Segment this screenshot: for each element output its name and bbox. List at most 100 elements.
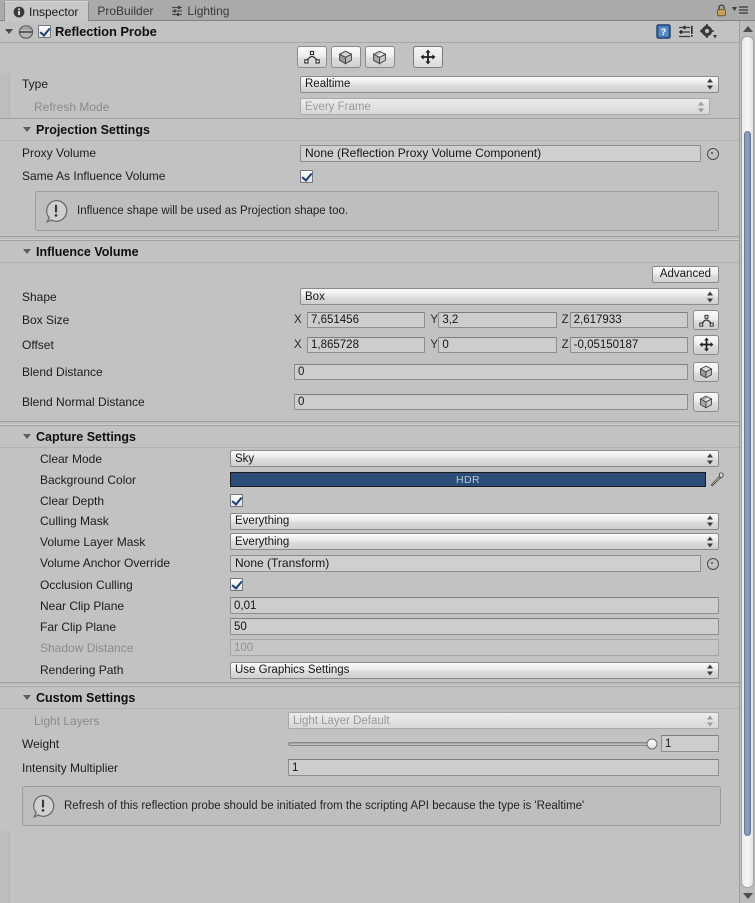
section-foldout-icon[interactable] — [23, 434, 31, 439]
lock-icon[interactable] — [716, 3, 727, 17]
row-rendering-path: Rendering Path Use Graphics Settings — [0, 658, 739, 682]
tab-probuilder[interactable]: ProBuilder — [89, 0, 163, 21]
scroll-down-arrow-icon[interactable] — [740, 888, 755, 903]
gear-icon[interactable] — [700, 24, 717, 39]
tab-bar: Inspector ProBuilder Lighting — [0, 0, 755, 22]
volume-anchor-override-value: None (Transform) — [235, 556, 330, 570]
section-foldout-icon[interactable] — [23, 127, 31, 132]
advanced-button-label: Advanced — [659, 268, 711, 280]
gizmo-edit-blend-box-button[interactable] — [364, 46, 395, 68]
row-type: Type Realtime — [0, 73, 739, 95]
proxy-volume-value: None (Reflection Proxy Volume Component) — [305, 146, 542, 160]
section-header-influence-volume[interactable]: Influence Volume — [0, 241, 739, 263]
vertical-scrollbar[interactable] — [739, 21, 755, 903]
section-title-capture-settings: Capture Settings — [36, 429, 137, 444]
section-header-custom-settings[interactable]: Custom Settings — [0, 687, 739, 709]
control-occlusion-culling — [230, 578, 719, 591]
clear-mode-dropdown[interactable]: Sky — [230, 450, 719, 467]
weight-slider-track — [288, 741, 652, 746]
gizmo-edit-bounds-button[interactable] — [296, 46, 327, 68]
control-blend-distance: 0 — [294, 364, 688, 380]
blend-distance-gizmo-button[interactable] — [693, 362, 719, 382]
rendering-path-dropdown[interactable]: Use Graphics Settings — [230, 661, 719, 679]
weight-slider[interactable] — [288, 736, 658, 752]
label-volume-layer-mask: Volume Layer Mask — [40, 534, 146, 549]
far-clip-plane-input[interactable]: 50 — [230, 618, 719, 635]
background-color-swatch[interactable]: HDR — [230, 472, 706, 487]
rendering-path-value: Use Graphics Settings — [235, 664, 350, 676]
object-picker-icon[interactable] — [706, 557, 719, 570]
section-header-projection-settings[interactable]: Projection Settings — [0, 119, 739, 141]
culling-mask-dropdown[interactable]: Everything — [230, 512, 719, 530]
row-intensity-multiplier: Intensity Multiplier 1 — [0, 755, 739, 780]
box-size-vector3: X 7,651456 Y 3,2 Z 2,617933 — [294, 312, 688, 328]
near-clip-plane-value: 0,01 — [234, 599, 257, 612]
volume-anchor-override-object-field[interactable]: None (Transform) — [230, 554, 701, 572]
move-probe-icon — [699, 337, 714, 352]
intensity-multiplier-input[interactable]: 1 — [288, 759, 719, 776]
box-size-z-value: 2,617933 — [573, 314, 622, 326]
eyedropper-icon[interactable] — [710, 471, 725, 488]
row-blend-distance: Blend Distance 0 — [0, 357, 739, 387]
clear-mode-value: Sky — [235, 452, 255, 465]
blend-normal-distance-gizmo-button[interactable] — [693, 392, 719, 412]
occlusion-culling-checkbox[interactable] — [230, 578, 243, 591]
section-foldout-icon[interactable] — [23, 249, 31, 254]
volume-layer-mask-dropdown[interactable]: Everything — [230, 533, 719, 550]
tab-label-probuilder: ProBuilder — [97, 3, 154, 18]
volume-layer-mask-value: Everything — [235, 535, 290, 548]
blend-distance-input[interactable]: 0 — [294, 364, 688, 380]
type-dropdown-value: Realtime — [305, 78, 351, 90]
scroll-up-arrow-icon[interactable] — [740, 21, 755, 36]
blend-distance-value: 0 — [298, 366, 305, 378]
shape-dropdown[interactable]: Box — [300, 288, 719, 305]
near-clip-plane-input[interactable]: 0,01 — [230, 597, 719, 614]
component-header-reflection-probe[interactable]: Reflection Probe ? — [0, 21, 739, 43]
light-layers-value: Light Layer Default — [293, 714, 390, 727]
proxy-volume-object-field[interactable]: None (Reflection Proxy Volume Component) — [300, 144, 701, 162]
offset-y-input[interactable]: 0 — [438, 336, 557, 353]
same-as-influence-checkbox[interactable] — [300, 169, 313, 183]
bottom-info-text: Refresh of this reflection probe should … — [64, 799, 585, 812]
offset-y-value: 0 — [442, 338, 449, 351]
label-offset: Offset — [22, 337, 54, 352]
weight-slider-knob[interactable] — [646, 738, 658, 749]
blend-normal-distance-value: 0 — [298, 396, 305, 408]
type-dropdown[interactable]: Realtime — [300, 75, 719, 93]
section-foldout-icon[interactable] — [23, 695, 31, 700]
tab-lighting[interactable]: Lighting — [163, 0, 239, 21]
gizmo-edit-influence-box-button[interactable] — [330, 46, 361, 68]
clear-depth-checkbox[interactable] — [230, 494, 243, 507]
blend-normal-distance-input[interactable]: 0 — [294, 394, 688, 410]
section-title-custom-settings: Custom Settings — [36, 690, 136, 705]
offset-x-input[interactable]: 1,865728 — [307, 336, 426, 353]
control-rendering-path: Use Graphics Settings — [230, 661, 719, 679]
scrollbar-track[interactable] — [741, 36, 754, 888]
component-enabled-checkbox[interactable] — [38, 25, 51, 38]
section-header-capture-settings[interactable]: Capture Settings — [0, 426, 739, 448]
chevron-updown-icon — [707, 715, 714, 726]
hdr-badge: HDR — [456, 473, 480, 486]
tab-inspector[interactable]: Inspector — [4, 1, 90, 22]
advanced-button[interactable]: Advanced — [651, 265, 719, 283]
offset-gizmo-button[interactable] — [693, 334, 719, 355]
section-title-influence-volume: Influence Volume — [36, 244, 139, 259]
object-picker-icon[interactable] — [706, 147, 719, 160]
offset-z-input[interactable]: -0,05150187 — [569, 336, 688, 353]
box-size-z-input[interactable]: 2,617933 — [569, 312, 688, 328]
projection-info-helpbox: Influence shape will be used as Projecti… — [35, 191, 719, 231]
tab-bar-controls — [716, 0, 755, 20]
weight-input[interactable]: 1 — [661, 735, 719, 752]
help-icon[interactable]: ? — [656, 24, 671, 39]
hamburger-menu-icon[interactable] — [732, 5, 749, 15]
scrollbar-thumb[interactable] — [744, 130, 751, 836]
gizmo-move-probe-button[interactable] — [412, 46, 443, 68]
box-size-y-input[interactable]: 3,2 — [438, 312, 557, 328]
preset-icon[interactable] — [678, 25, 693, 39]
probe-gizmo-toolbar — [0, 43, 739, 73]
box-size-gizmo-button[interactable] — [693, 310, 719, 330]
shadow-distance-value: 100 — [234, 641, 254, 654]
box-size-x-input[interactable]: 7,651456 — [307, 312, 426, 328]
shadow-distance-input: 100 — [230, 639, 719, 656]
component-foldout-icon[interactable] — [5, 29, 13, 34]
